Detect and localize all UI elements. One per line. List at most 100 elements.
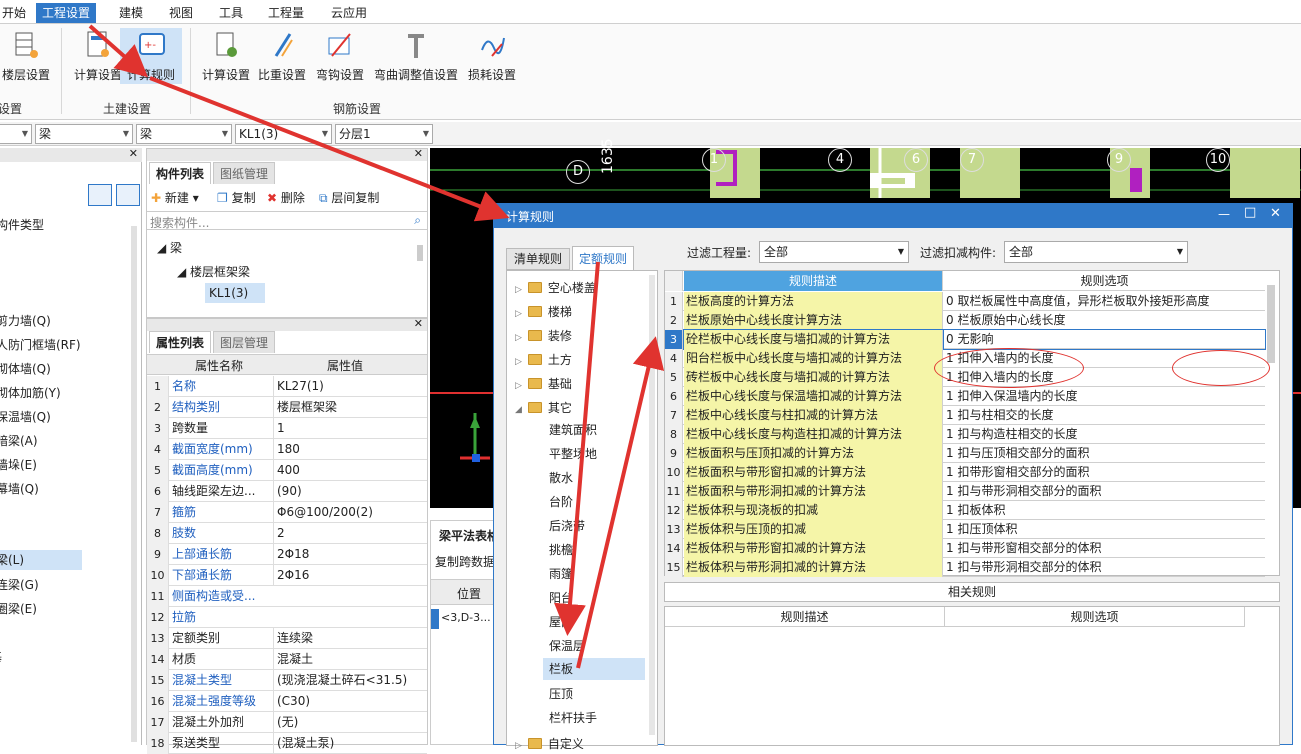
property-value[interactable]: 2Φ18 (273, 544, 423, 565)
scrollbar[interactable] (649, 275, 655, 735)
tree-item[interactable]: 散水 (549, 469, 573, 486)
nav-item[interactable]: 基 (0, 648, 2, 665)
rule-option[interactable]: 1 扣压顶体积 (944, 520, 1265, 539)
property-value[interactable]: 2 (273, 523, 423, 544)
floor-settings-button[interactable]: 楼层设置 (0, 28, 58, 84)
rule-row[interactable]: 13 栏板体积与压顶的扣减 1 扣压顶体积 (665, 520, 1265, 539)
rule-row[interactable]: 15 栏板体积与带形洞扣减的计算方法 1 扣与带形洞相交部分的体积 (665, 558, 1265, 577)
property-row[interactable]: 16 混凝土强度等级 (C30) (147, 691, 427, 712)
tree-item[interactable]: 栏杆扶手 (549, 709, 597, 726)
close-icon[interactable]: ✕ (414, 317, 423, 330)
component-select[interactable]: 梁 ▼ (136, 124, 232, 144)
tab-drawing-management[interactable]: 图纸管理 (213, 162, 276, 184)
menu-project-settings[interactable]: 工程设置 (36, 3, 97, 23)
maximize-icon[interactable]: □ (1244, 205, 1256, 220)
property-row[interactable]: 3 跨数量 1 (147, 418, 427, 439)
filter-deduct-select[interactable]: 全部 ▼ (1004, 241, 1188, 263)
tab-list-rules[interactable]: 清单规则 (506, 248, 570, 270)
hook-settings-button[interactable]: 弯钩设置 (308, 28, 372, 84)
tree-child[interactable]: ◢ 楼层框架梁 (177, 263, 250, 280)
rule-option[interactable]: 1 扣与带形洞相交部分的体积 (944, 558, 1265, 577)
floor-select[interactable]: ▼ (0, 124, 32, 144)
tree-folder[interactable]: ▷ 楼梯 (515, 303, 572, 320)
menu-view[interactable]: 视图 (163, 4, 199, 22)
tab-quota-rules[interactable]: 定额规则 (572, 246, 634, 271)
rule-row[interactable]: 3 砼栏板中心线长度与墙扣减的计算方法 0 无影响 (665, 329, 1266, 350)
delete-button[interactable]: ✖ 删除 (267, 189, 305, 206)
floor-copy-button[interactable]: ⧉ 层间复制 (319, 189, 379, 206)
rule-row[interactable]: 2 栏板原始中心线长度计算方法 0 栏板原始中心线长度 (665, 311, 1265, 330)
nav-item[interactable]: 保温墙(Q) (0, 408, 51, 425)
property-row[interactable]: 12 拉筋 (147, 607, 427, 628)
property-value[interactable]: (无) (273, 712, 423, 733)
close-icon[interactable]: ✕ (414, 147, 423, 160)
nav-item[interactable]: 暗梁(A) (0, 432, 38, 449)
rule-row[interactable]: 10 栏板面积与带形窗扣减的计算方法 1 扣带形窗相交部分的面积 (665, 463, 1265, 482)
property-value[interactable]: 连续梁 (273, 628, 423, 649)
rule-option[interactable]: 0 栏板原始中心线长度 (944, 311, 1265, 330)
menu-tools[interactable]: 工具 (213, 4, 249, 22)
property-value[interactable]: 1 (273, 418, 423, 439)
tree-folder[interactable]: ▷ 基础 (515, 375, 572, 392)
rule-option[interactable]: 1 扣与带形窗相交部分的体积 (944, 539, 1265, 558)
tree-item[interactable]: 平整场地 (549, 445, 597, 462)
bend-adjust-button[interactable]: 弯曲调整值设置 (374, 28, 458, 84)
rule-option[interactable]: 1 扣板体积 (944, 501, 1265, 520)
tree-item[interactable]: 挑檐 (549, 541, 573, 558)
rule-row[interactable]: 7 栏板中心线长度与柱扣减的计算方法 1 扣与柱相交的长度 (665, 406, 1265, 425)
close-icon[interactable]: ✕ (1270, 206, 1281, 221)
property-row[interactable]: 7 箍筋 Φ6@100/200(2) (147, 502, 427, 523)
rule-row[interactable]: 9 栏板面积与压顶扣减的计算方法 1 扣与压顶相交部分的面积 (665, 444, 1265, 463)
property-row[interactable]: 13 定额类别 连续梁 (147, 628, 427, 649)
property-row[interactable]: 10 下部通长筋 2Φ16 (147, 565, 427, 586)
property-value[interactable]: (混凝土泵) (273, 733, 423, 754)
rule-row[interactable]: 11 栏板面积与带形洞扣减的计算方法 1 扣与带形洞相交部分的面积 (665, 482, 1265, 501)
rule-row[interactable]: 8 栏板中心线长度与构造柱扣减的计算方法 1 扣与构造柱相交的长度 (665, 425, 1265, 444)
tab-component-list[interactable]: 构件列表 (149, 162, 212, 184)
property-row[interactable]: 15 混凝土类型 (现浇混凝土碎石<31.5) (147, 670, 427, 691)
rebar-calc-settings-button[interactable]: 计算设置 (194, 28, 258, 84)
copy-span-button[interactable]: 复制跨数据 (435, 553, 495, 570)
property-row[interactable]: 14 材质 混凝土 (147, 649, 427, 670)
search-icon[interactable]: ⌕ (414, 213, 421, 228)
property-value[interactable]: Φ6@100/200(2) (273, 502, 423, 523)
menu-quantity[interactable]: 工程量 (262, 4, 310, 22)
grid-view-icon[interactable] (116, 184, 140, 206)
rule-option[interactable]: 1 扣与带形洞相交部分的面积 (944, 482, 1265, 501)
tree-item[interactable]: 阳台 (549, 589, 573, 606)
nav-item[interactable]: 剪力墙(Q) (0, 312, 51, 329)
minimize-icon[interactable]: — (1218, 207, 1230, 221)
rule-option[interactable]: 1 扣带形窗相交部分的面积 (944, 463, 1265, 482)
rule-option[interactable]: 0 取栏板属性中高度值，异形栏板取外接矩形高度 (944, 292, 1265, 311)
nav-item[interactable]: 幕墙(Q) (0, 480, 39, 497)
tree-folder-custom[interactable]: ▷ 自定义 (515, 735, 584, 752)
property-row[interactable]: 8 肢数 2 (147, 523, 427, 544)
tree-item[interactable]: 压顶 (549, 685, 573, 702)
menu-start[interactable]: 开始 (0, 4, 32, 22)
tree-item[interactable]: 台阶 (549, 493, 573, 510)
tree-item[interactable]: 雨篷 (549, 565, 573, 582)
rule-row[interactable]: 12 栏板体积与现浇板的扣减 1 扣板体积 (665, 501, 1265, 520)
rule-option[interactable]: 1 扣与构造柱相交的长度 (944, 425, 1265, 444)
rule-option[interactable]: 1 扣与柱相交的长度 (944, 406, 1265, 425)
tree-item[interactable]: 屋面 (549, 613, 573, 630)
tree-item-selected[interactable]: 栏板 (543, 658, 645, 680)
property-row[interactable]: 11 侧面构造或受... (147, 586, 427, 607)
tab-layer-management[interactable]: 图层管理 (213, 331, 276, 353)
property-row[interactable]: 17 混凝土外加剂 (无) (147, 712, 427, 733)
new-button[interactable]: ✚ 新建 ▾ (151, 189, 199, 206)
property-value[interactable]: (90) (273, 481, 423, 502)
property-value[interactable]: (C30) (273, 691, 423, 712)
rule-option[interactable]: 0 无影响 (943, 329, 1266, 350)
filter-quantity-select[interactable]: 全部 ▼ (759, 241, 909, 263)
layer-select[interactable]: 分层1 ▼ (335, 124, 433, 144)
tree-item[interactable]: 后浇带 (549, 517, 585, 534)
property-value[interactable]: (现浇混凝土碎石<31.5) (273, 670, 423, 691)
property-value[interactable]: 楼层框架梁 (273, 397, 423, 418)
nav-item[interactable]: 圈梁(E) (0, 600, 37, 617)
property-value[interactable]: 2Φ16 (273, 565, 423, 586)
component-type-select[interactable]: 梁 ▼ (35, 124, 133, 144)
menu-cloud[interactable]: 云应用 (325, 4, 373, 22)
tree-folder[interactable]: ◢ 其它 (515, 399, 572, 416)
property-value[interactable]: KL27(1) (273, 376, 423, 397)
